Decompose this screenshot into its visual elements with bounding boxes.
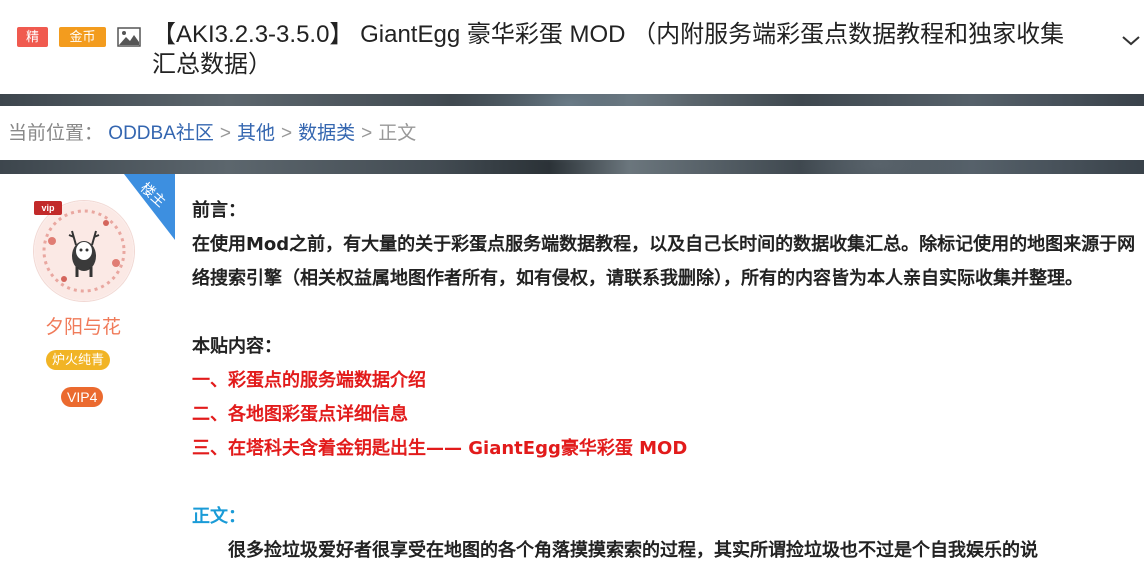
avatar[interactable]: vip bbox=[34, 201, 134, 301]
breadcrumb-separator: > bbox=[361, 123, 373, 144]
contents-item: 一、彩蛋点的服务端数据介绍 bbox=[192, 370, 426, 391]
contents-item: 二、各地图彩蛋点详细信息 bbox=[192, 404, 408, 425]
digest-tag: 精 bbox=[17, 27, 48, 47]
avatar-image bbox=[34, 201, 134, 301]
breadcrumb: 当前位置： ODDBA社区 > 其他 > 数据类 > 正文 bbox=[0, 106, 1144, 160]
breadcrumb-link-data[interactable]: 数据类 bbox=[298, 123, 355, 144]
vip-mark: vip bbox=[34, 201, 62, 215]
vip-level-badge: VIP4 bbox=[61, 387, 104, 407]
post-container: 楼主 vip 夕阳与花 炉火纯青 VIP4 前言： 在使用Mod之前，有大量的关… bbox=[0, 174, 1144, 575]
breadcrumb-separator: > bbox=[219, 123, 231, 144]
author-group-badge: 炉火纯青 bbox=[46, 350, 111, 370]
preface-heading: 前言： bbox=[192, 200, 246, 221]
image-icon bbox=[117, 27, 141, 47]
contents-heading: 本贴内容： bbox=[192, 336, 282, 357]
thread-title-bar: 精 金币 【AKI3.2.3-3.5.0】 GiantEgg 豪华彩蛋 MOD … bbox=[0, 0, 1144, 94]
author-name[interactable]: 夕阳与花 bbox=[0, 312, 166, 339]
breadcrumb-prefix: 当前位置： bbox=[8, 123, 104, 144]
thread-title: 【AKI3.2.3-3.5.0】 GiantEgg 豪华彩蛋 MOD （内附服务… bbox=[152, 21, 1065, 78]
breadcrumb-separator: > bbox=[281, 123, 293, 144]
gold-coin-tag: 金币 bbox=[59, 27, 106, 47]
breadcrumb-link-other[interactable]: 其他 bbox=[237, 123, 275, 144]
main-heading: 正文： bbox=[192, 506, 246, 527]
breadcrumb-link-community[interactable]: ODDBA社区 bbox=[108, 123, 214, 144]
chevron-down-icon[interactable] bbox=[1120, 32, 1142, 48]
breadcrumb-current: 正文 bbox=[378, 123, 417, 144]
preface-body: 在使用Mod之前，有大量的关于彩蛋点服务端数据教程，以及自己长时间的数据收集汇总… bbox=[192, 234, 1136, 289]
author-panel: 楼主 vip 夕阳与花 炉火纯青 VIP4 bbox=[0, 174, 175, 575]
main-body: 很多捡垃圾爱好者很享受在地图的各个角落摸摸索索的过程，其实所谓捡垃圾也不过是个自… bbox=[228, 540, 1038, 561]
contents-item: 三、在塔科夫含着金钥匙出生—— GiantEgg豪华彩蛋 MOD bbox=[192, 438, 688, 459]
